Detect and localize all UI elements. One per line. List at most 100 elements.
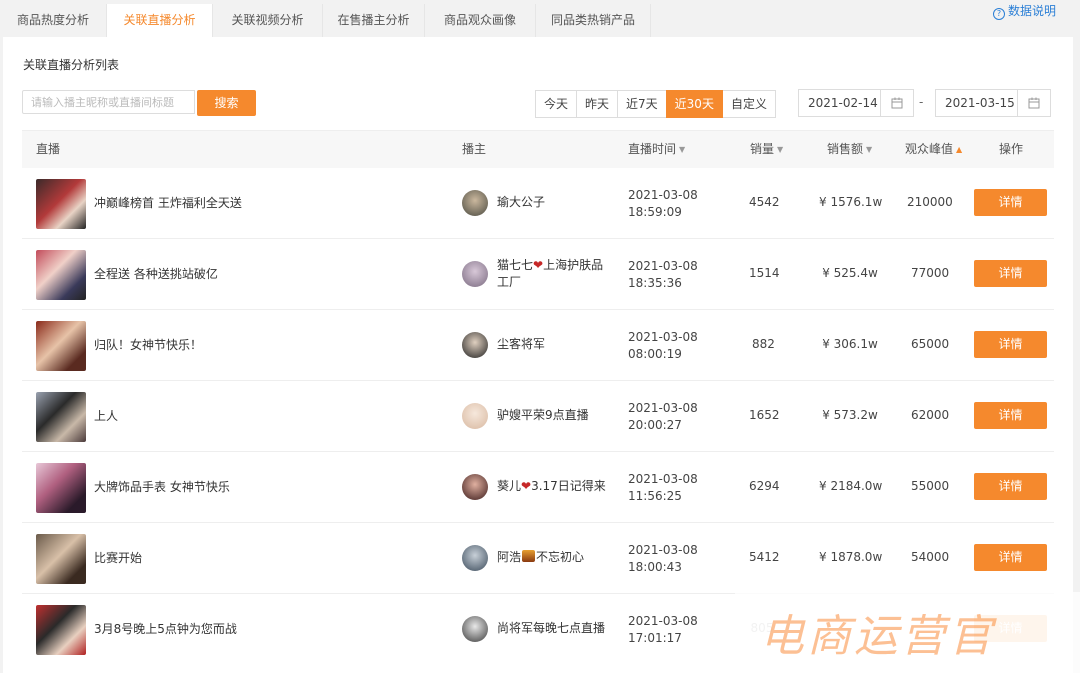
avatar[interactable] <box>462 545 488 571</box>
amount-value: ¥ 306.1w <box>822 337 878 351</box>
table-row: 大牌饰品手表 女神节快乐 葵儿❤3.17日记得来 2021-03-08 11:56… <box>22 452 1054 523</box>
peak-value: 54000 <box>911 550 950 564</box>
live-time: 2021-03-08 18:59:09 <box>628 188 698 219</box>
date-end-field[interactable]: 2021-03-15 <box>935 89 1051 117</box>
peak-value: 65000 <box>911 337 950 351</box>
live-title[interactable]: 全程送 各种送挑站破亿 <box>94 265 218 282</box>
live-title[interactable]: 比赛开始 <box>94 549 142 566</box>
live-thumbnail[interactable] <box>36 534 86 584</box>
calendar-icon[interactable] <box>1017 90 1050 116</box>
table-row: 冲巅峰榜首 王炸福利全天送 瑜大公子 2021-03-08 18:59:09 45… <box>22 168 1054 239</box>
tab-product-heat[interactable]: 商品热度分析 <box>0 4 107 37</box>
question-icon: ? <box>992 8 1005 20</box>
date-start-value: 2021-02-14 <box>808 96 878 110</box>
avatar[interactable] <box>462 474 488 500</box>
avatar[interactable] <box>462 403 488 429</box>
col-sales[interactable]: 销量 ▼ <box>750 131 783 168</box>
sales-value: 6294 <box>749 479 780 493</box>
col-anchor: 播主 <box>462 142 487 156</box>
help-link[interactable]: ? 数据说明 <box>992 4 1056 20</box>
table-row: 全程送 各种送挑站破亿 猫七七❤上海护肤品 工厂 2021-03-08 18:35:… <box>22 239 1054 310</box>
sales-value: 4542 <box>749 195 780 209</box>
range-30days[interactable]: 近30天 <box>665 90 723 118</box>
date-start-field[interactable]: 2021-02-14 <box>798 89 914 117</box>
sales-value: 1514 <box>749 266 780 280</box>
live-title[interactable]: 上人 <box>94 407 118 424</box>
avatar[interactable] <box>462 616 488 642</box>
sales-value: 1652 <box>749 408 780 422</box>
search-button[interactable]: 搜索 <box>197 90 256 116</box>
tab-selling-anchor[interactable]: 在售播主分析 <box>323 4 425 37</box>
peak-value: 62000 <box>911 408 950 422</box>
amount-value: ¥ 1878.0w <box>819 550 883 564</box>
table-row: 归队！女神节快乐！ 尘客将军 2021-03-08 08:00:19 882 ¥ … <box>22 310 1054 381</box>
anchor-name[interactable]: 尚将军每晚七点直播 <box>497 620 615 637</box>
live-title[interactable]: 归队！女神节快乐！ <box>94 336 202 353</box>
detail-button[interactable]: 详情 <box>974 544 1047 571</box>
live-title[interactable]: 冲巅峰榜首 王炸福利全天送 <box>94 194 242 211</box>
emoji-icon <box>522 550 536 562</box>
range-today[interactable]: 今天 <box>535 90 578 118</box>
date-end-value: 2021-03-15 <box>945 96 1015 110</box>
heart-icon: ❤ <box>521 479 532 493</box>
sales-value: 882 <box>752 337 775 351</box>
live-thumbnail[interactable] <box>36 605 86 655</box>
col-amount[interactable]: 销售额 ▼ <box>827 131 872 168</box>
anchor-name[interactable]: 猫七七❤上海护肤品 工厂 <box>497 257 615 291</box>
anchor-name[interactable]: 驴嫂平荣9点直播 <box>497 407 615 424</box>
sort-down-icon: ▼ <box>679 145 686 154</box>
anchor-name[interactable]: 瑜大公子 <box>497 194 615 211</box>
anchor-name[interactable]: 葵儿❤3.17日记得来 <box>497 478 615 495</box>
tab-audience-profile[interactable]: 商品观众画像 <box>425 4 536 37</box>
tab-related-video[interactable]: 关联视频分析 <box>213 4 323 37</box>
main-panel: 关联直播分析列表 搜索 今天 昨天 近7天 近30天 自定义 2021-02-1… <box>3 37 1073 673</box>
table-header: 直播 播主 直播时间 ▼ 销量 ▼ 销售额 ▼ 观众峰值 ▲ 操作 <box>22 130 1054 169</box>
amount-value: ¥ 2184.0w <box>819 479 883 493</box>
avatar[interactable] <box>462 261 488 287</box>
live-time: 2021-03-08 18:35:36 <box>628 259 698 290</box>
table-row: 比赛开始 阿浩 不忘初心 2021-03-08 18:00:43 5412 ¥ 18… <box>22 523 1054 594</box>
detail-button[interactable]: 详情 <box>974 402 1047 429</box>
search-input[interactable] <box>22 90 195 114</box>
range-yesterday[interactable]: 昨天 <box>576 90 619 118</box>
anchor-name[interactable]: 尘客将军 <box>497 336 615 353</box>
col-live: 直播 <box>36 142 61 156</box>
date-separator: - <box>919 95 924 109</box>
watermark: 电商运营官 <box>760 611 995 662</box>
live-time: 2021-03-08 20:00:27 <box>628 401 698 432</box>
detail-button[interactable]: 详情 <box>974 331 1047 358</box>
avatar[interactable] <box>462 190 488 216</box>
detail-button[interactable]: 详情 <box>974 473 1047 500</box>
col-peak[interactable]: 观众峰值 ▲ <box>905 131 962 168</box>
heart-icon: ❤ <box>533 258 544 272</box>
list-title: 关联直播分析列表 <box>23 58 120 72</box>
live-thumbnail[interactable] <box>36 250 86 300</box>
live-time: 2021-03-08 17:01:17 <box>628 614 698 645</box>
avatar[interactable] <box>462 332 488 358</box>
live-title[interactable]: 3月8号晚上5点钟为您而战 <box>94 620 237 637</box>
tab-same-category[interactable]: 同品类热销产品 <box>536 4 651 37</box>
amount-value: ¥ 573.2w <box>822 408 878 422</box>
help-label: 数据说明 <box>1007 4 1056 18</box>
peak-value: 55000 <box>911 479 950 493</box>
sort-down-icon: ▼ <box>866 145 873 154</box>
range-custom[interactable]: 自定义 <box>721 90 776 118</box>
live-thumbnail[interactable] <box>36 321 86 371</box>
calendar-icon[interactable] <box>880 90 913 116</box>
col-action: 操作 <box>999 142 1024 156</box>
sales-value: 5412 <box>749 550 780 564</box>
live-thumbnail[interactable] <box>36 392 86 442</box>
range-7days[interactable]: 近7天 <box>617 90 667 118</box>
anchor-name[interactable]: 阿浩 不忘初心 <box>497 549 615 566</box>
detail-button[interactable]: 详情 <box>974 189 1047 216</box>
live-thumbnail[interactable] <box>36 463 86 513</box>
tab-related-live[interactable]: 关联直播分析 <box>107 4 213 37</box>
table-row: 上人 驴嫂平荣9点直播 2021-03-08 20:00:27 1652 ¥ 57… <box>22 381 1054 452</box>
live-thumbnail[interactable] <box>36 179 86 229</box>
amount-value: ¥ 525.4w <box>822 266 878 280</box>
live-title[interactable]: 大牌饰品手表 女神节快乐 <box>94 478 230 495</box>
live-time: 2021-03-08 08:00:19 <box>628 330 698 361</box>
col-time[interactable]: 直播时间 ▼ <box>628 131 685 168</box>
tab-bar: 商品热度分析 关联直播分析 关联视频分析 在售播主分析 商品观众画像 同品类热销… <box>0 0 1080 37</box>
detail-button[interactable]: 详情 <box>974 260 1047 287</box>
